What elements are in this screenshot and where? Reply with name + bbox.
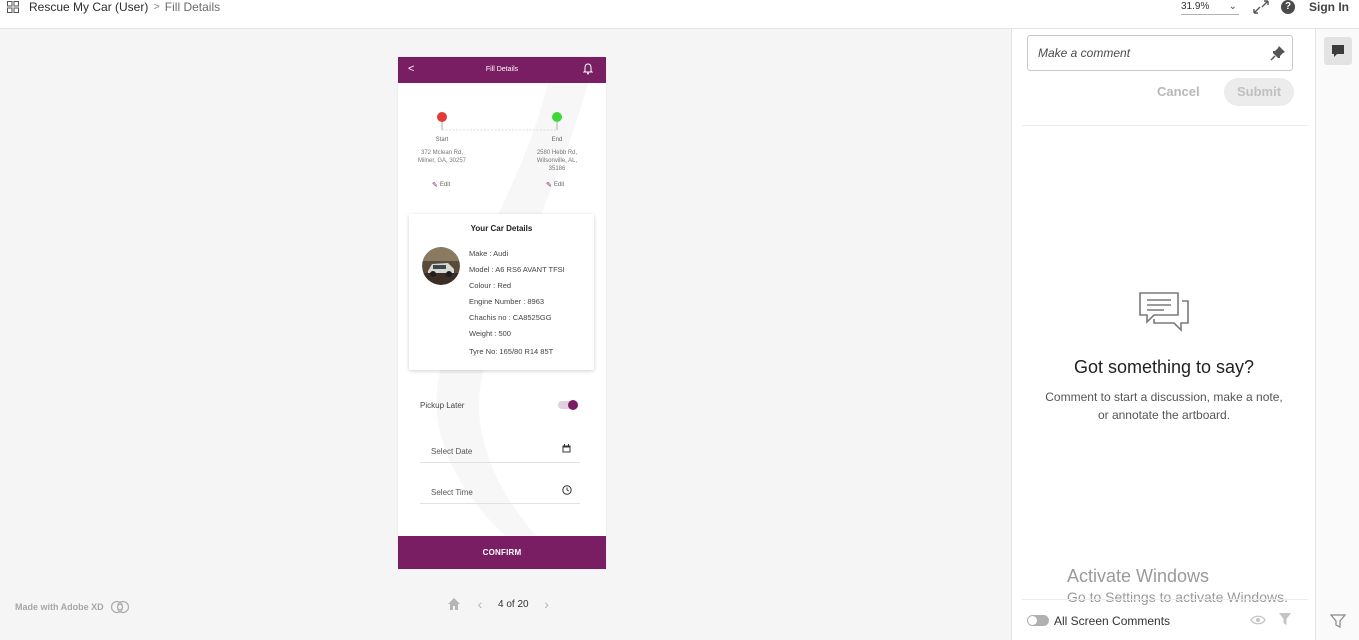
- spec-engine-number: Engine Number : 8963: [469, 297, 545, 306]
- breadcrumb: Rescue My Car (User) > Fill Details: [29, 0, 220, 14]
- pickup-later-label: Pickup Later: [420, 401, 465, 410]
- spec-make: Make : Audi: [469, 249, 509, 258]
- confirm-button[interactable]: CONFIRM: [398, 536, 606, 569]
- toggle-knob: [568, 400, 578, 410]
- activate-windows-text: Go to Settings to activate Windows.: [1067, 589, 1288, 605]
- spec-weight: Weight : 500: [469, 329, 511, 338]
- end-address-line: Wilsonville, AL,: [536, 158, 578, 164]
- comments-panel: Cancel Submit Got something to say? Comm…: [1011, 29, 1315, 640]
- select-date-label: Select Date: [431, 447, 473, 456]
- start-address-line: Milner, GA, 30257: [417, 158, 467, 164]
- clock-icon: [562, 485, 572, 495]
- divider: [1022, 125, 1308, 126]
- eye-icon[interactable]: [1250, 614, 1266, 626]
- car-photo: [422, 247, 460, 285]
- chevron-down-icon: ⌄: [1228, 1, 1237, 12]
- cancel-button[interactable]: Cancel: [1157, 84, 1200, 99]
- all-screen-comments-toggle[interactable]: [1027, 615, 1049, 626]
- select-time-label: Select Time: [431, 488, 473, 497]
- edit-label: Edit: [439, 182, 451, 188]
- breadcrumb-separator: >: [153, 1, 160, 13]
- zoom-select[interactable]: 31.9% ⌄: [1181, 0, 1239, 15]
- spec-model: Model : A6 RS6 AVANT TFSI: [469, 265, 565, 274]
- comment-icon: [1332, 45, 1344, 57]
- start-label: Start: [435, 137, 449, 143]
- home-icon[interactable]: [446, 596, 462, 612]
- speech-bubbles-icon: [1139, 292, 1189, 332]
- comment-box: [1027, 35, 1293, 71]
- pencil-icon: ✎: [546, 182, 552, 189]
- filter-icon[interactable]: [1330, 613, 1346, 629]
- end-edit-link[interactable]: ✎ Edit: [546, 181, 564, 189]
- artboard-canvas: < Fill Details Start 372 Mclean Rd, Miln…: [0, 29, 1011, 640]
- end-label: End: [551, 137, 563, 143]
- made-with-label: Made with Adobe XD: [15, 602, 104, 612]
- start-address: 372 Mclean Rd, Milner, GA, 30257: [412, 149, 472, 165]
- end-address-line: 35186: [548, 166, 566, 172]
- fullscreen-icon[interactable]: [1252, 0, 1270, 15]
- previous-icon[interactable]: ‹: [472, 596, 488, 612]
- artboard-pager: ‹ 4 of 20 ›: [446, 596, 555, 612]
- spec-chassis-number: Chachis no : CA8525GG: [469, 313, 552, 322]
- car-details-card: Your Car Details Make : Audi Model : A6 …: [409, 214, 594, 370]
- divider: [1022, 599, 1308, 600]
- select-date-field[interactable]: Select Date: [420, 441, 580, 463]
- start-edit-link[interactable]: ✎ Edit: [432, 181, 450, 189]
- help-icon[interactable]: ?: [1281, 0, 1295, 14]
- next-icon[interactable]: ›: [539, 596, 555, 612]
- empty-state-title: Got something to say?: [1073, 357, 1255, 377]
- grid-icon[interactable]: [7, 1, 19, 13]
- car-specs: Make : Audi Model : A6 RS6 AVANT TFSI Co…: [469, 249, 565, 363]
- pencil-icon: ✎: [432, 182, 438, 189]
- page-counter: 4 of 20: [498, 598, 529, 610]
- edit-label: Edit: [553, 182, 565, 188]
- end-pin-icon: [552, 112, 562, 122]
- activate-windows-title: Activate Windows: [1067, 566, 1210, 586]
- end-address-line: 2580 Hebb Rd,: [536, 150, 578, 156]
- top-bar: Rescue My Car (User) > Fill Details 31.9…: [0, 0, 1359, 29]
- spec-tyre-number: Tyre No: 165/80 R14 85T: [469, 347, 554, 356]
- empty-state-text: Comment to start a discussion, make a no…: [1045, 390, 1283, 422]
- breadcrumb-page: Fill Details: [164, 0, 221, 14]
- filter-icon[interactable]: [1278, 612, 1292, 626]
- pin-icon[interactable]: [1270, 45, 1286, 61]
- toggle-knob: [1028, 616, 1037, 625]
- pickup-later-toggle[interactable]: [558, 400, 578, 410]
- right-rail: [1315, 29, 1359, 640]
- start-pin-icon: [437, 112, 447, 122]
- spec-colour: Colour : Red: [469, 281, 512, 290]
- breadcrumb-project[interactable]: Rescue My Car (User): [29, 0, 148, 14]
- car-details-heading: Your Car Details: [470, 224, 533, 233]
- sign-in-link[interactable]: Sign In: [1309, 0, 1349, 15]
- start-address-line: 372 Mclean Rd,: [420, 150, 464, 156]
- creative-cloud-icon: [110, 600, 129, 614]
- phone-artboard: < Fill Details Start 372 Mclean Rd, Miln…: [398, 57, 606, 569]
- select-time-field[interactable]: Select Time: [420, 482, 580, 504]
- end-address: 2580 Hebb Rd, Wilsonville, AL, 35186: [527, 149, 587, 173]
- comment-input[interactable]: [1038, 46, 1258, 60]
- made-with-adobe-xd: Made with Adobe XD: [15, 600, 130, 614]
- zoom-value: 31.9%: [1181, 1, 1210, 12]
- calendar-icon: [562, 444, 571, 453]
- comments-toggle-button[interactable]: [1324, 37, 1352, 65]
- submit-button[interactable]: Submit: [1224, 78, 1294, 106]
- all-screen-comments-label: All Screen Comments: [1054, 614, 1171, 628]
